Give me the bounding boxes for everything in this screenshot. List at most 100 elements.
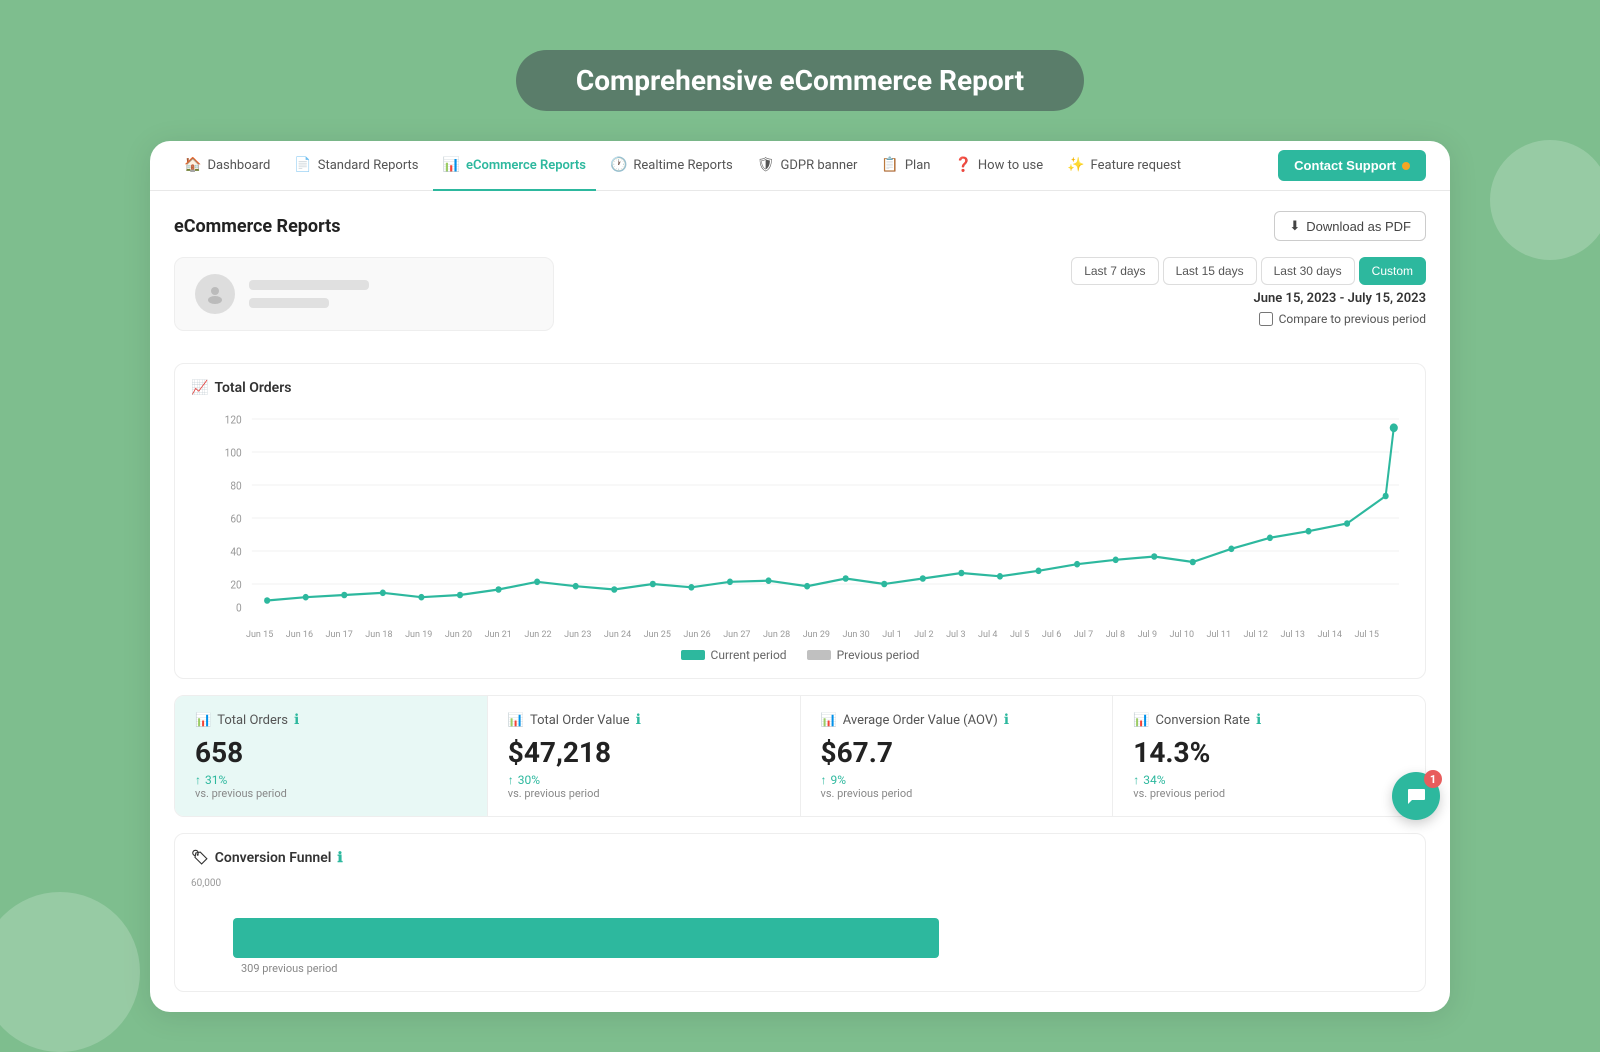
nav-label-how-to-use: How to use xyxy=(978,158,1043,173)
nav-label-dashboard: Dashboard xyxy=(207,158,270,173)
download-pdf-button[interactable]: ⬇ Download as PDF xyxy=(1274,211,1426,241)
stat-change-conversion-rate: ↑ 34% xyxy=(1133,773,1405,787)
x-label: Jun 27 xyxy=(723,630,750,640)
stat-card-total-order-value[interactable]: 📊 Total Order Value ℹ $47,218 ↑ 30% vs. … xyxy=(488,696,801,816)
date-buttons: Last 7 daysLast 15 daysLast 30 daysCusto… xyxy=(1071,257,1426,285)
nav-item-realtime-reports[interactable]: 🕐 Realtime Reports xyxy=(600,141,743,191)
x-label: Jun 29 xyxy=(803,630,830,640)
x-label: Jun 16 xyxy=(286,630,313,640)
x-label: Jul 2 xyxy=(914,630,933,640)
x-label: Jun 19 xyxy=(405,630,432,640)
svg-text:80: 80 xyxy=(230,479,241,493)
funnel-section: 🏷 Conversion Funnel ℹ 60,000 309 previou… xyxy=(174,833,1426,992)
chat-icon xyxy=(1405,785,1427,807)
legend-current-color xyxy=(681,650,705,660)
stat-icon-total-order-value: 📊 xyxy=(508,713,524,728)
x-label: Jul 7 xyxy=(1074,630,1093,640)
stat-icon-aov: 📊 xyxy=(821,713,837,728)
stat-label-conversion-rate: 📊 Conversion Rate ℹ xyxy=(1133,712,1405,728)
x-label: Jul 10 xyxy=(1170,630,1194,640)
funnel-info-icon: ℹ xyxy=(337,850,342,866)
x-axis-labels: Jun 15 Jun 16 Jun 17 Jun 18 Jun 19 Jun 2… xyxy=(191,630,1409,640)
svg-text:100: 100 xyxy=(225,446,242,460)
total-orders-chart: 120 100 80 60 40 20 0 xyxy=(191,408,1409,628)
legend-previous-color xyxy=(807,650,831,660)
stat-label-text-aov: Average Order Value (AOV) xyxy=(843,713,998,728)
chart-title-label: Total Orders xyxy=(214,380,291,396)
content-area: eCommerce Reports ⬇ Download as PDF xyxy=(150,191,1450,1012)
nav-icon-plan: 📋 xyxy=(881,157,898,173)
stat-card-total-orders[interactable]: 📊 Total Orders ℹ 658 ↑ 31% vs. previous … xyxy=(175,696,488,816)
nav-label-feature-request: Feature request xyxy=(1091,158,1181,173)
stat-label-total-order-value: 📊 Total Order Value ℹ xyxy=(508,712,780,728)
nav-icon-ecommerce-reports: 📊 xyxy=(443,157,460,173)
stat-card-conversion-rate[interactable]: 📊 Conversion Rate ℹ 14.3% ↑ 34% vs. prev… xyxy=(1113,696,1425,816)
date-btn-last-15-days[interactable]: Last 15 days xyxy=(1163,257,1257,285)
stat-arrow-total-order-value: ↑ xyxy=(508,773,514,787)
date-btn-last-30-days[interactable]: Last 30 days xyxy=(1261,257,1355,285)
nav-item-gdpr-banner[interactable]: 🛡 GDPR banner xyxy=(747,141,868,191)
x-label: Jul 13 xyxy=(1281,630,1305,640)
stat-change-total-orders: ↑ 31% xyxy=(195,773,467,787)
x-label: Jul 12 xyxy=(1244,630,1268,640)
x-label: Jun 24 xyxy=(604,630,631,640)
date-btn-custom[interactable]: Custom xyxy=(1359,257,1426,285)
chart-title: 📈 Total Orders xyxy=(191,380,1409,396)
funnel-chart-area: 60,000 xyxy=(191,878,1409,958)
nav-icon-standard-reports: 📄 xyxy=(294,157,311,173)
nav-bar: 🏠 Dashboard📄 Standard Reports📊 eCommerce… xyxy=(150,141,1450,191)
contact-dot xyxy=(1402,162,1410,170)
funnel-bars xyxy=(233,918,1409,958)
stat-icon-conversion-rate: 📊 xyxy=(1133,713,1149,728)
stat-sub-conversion-rate: vs. previous period xyxy=(1133,787,1405,800)
chart-section: 📈 Total Orders 120 100 xyxy=(174,363,1426,679)
x-label: Jun 23 xyxy=(564,630,591,640)
nav-item-how-to-use[interactable]: ❓ How to use xyxy=(944,141,1053,191)
stat-info-icon-conversion-rate: ℹ xyxy=(1256,712,1261,728)
svg-text:40: 40 xyxy=(230,545,241,559)
x-label: Jul 14 xyxy=(1317,630,1341,640)
funnel-previous-period: 309 previous period xyxy=(241,962,1409,975)
svg-text:120: 120 xyxy=(225,413,242,427)
x-label: Jun 15 xyxy=(246,630,273,640)
nav-icon-dashboard: 🏠 xyxy=(184,157,201,173)
nav-label-gdpr-banner: GDPR banner xyxy=(781,158,858,173)
nav-icon-realtime-reports: 🕐 xyxy=(610,157,627,173)
nav-item-plan[interactable]: 📋 Plan xyxy=(871,141,940,191)
stat-change-value-conversion-rate: 34% xyxy=(1143,773,1165,787)
compare-checkbox[interactable]: Compare to previous period xyxy=(1259,312,1426,326)
svg-text:0: 0 xyxy=(236,601,242,615)
funnel-y-label: 60,000 xyxy=(191,878,221,889)
x-label: Jun 26 xyxy=(683,630,710,640)
stat-change-value-total-order-value: 30% xyxy=(518,773,540,787)
chat-fab-button[interactable]: 1 xyxy=(1392,772,1440,820)
funnel-y-axis: 60,000 xyxy=(191,878,229,958)
nav-item-feature-request[interactable]: ✨ Feature request xyxy=(1057,141,1191,191)
nav-item-ecommerce-reports[interactable]: 📊 eCommerce Reports xyxy=(433,141,596,191)
legend-current: Current period xyxy=(681,648,787,662)
funnel-title-label: Conversion Funnel xyxy=(215,850,332,866)
date-btn-last-7-days[interactable]: Last 7 days xyxy=(1071,257,1158,285)
x-label: Jun 17 xyxy=(326,630,353,640)
profile-line-1 xyxy=(249,280,369,290)
stat-info-icon-total-orders: ℹ xyxy=(294,712,299,728)
nav-item-standard-reports[interactable]: 📄 Standard Reports xyxy=(284,141,428,191)
stat-value-total-orders: 658 xyxy=(195,736,467,769)
x-label: Jun 20 xyxy=(445,630,472,640)
date-range: June 15, 2023 - July 15, 2023 xyxy=(1254,291,1426,306)
funnel-bar-1 xyxy=(233,918,939,958)
x-label: Jul 11 xyxy=(1207,630,1231,640)
contact-support-button[interactable]: Contact Support xyxy=(1278,150,1426,181)
x-label: Jul 3 xyxy=(946,630,965,640)
stats-row: 📊 Total Orders ℹ 658 ↑ 31% vs. previous … xyxy=(174,695,1426,817)
compare-checkbox-input[interactable] xyxy=(1259,312,1273,326)
nav-icon-feature-request: ✨ xyxy=(1067,157,1084,173)
nav-item-dashboard[interactable]: 🏠 Dashboard xyxy=(174,141,280,191)
x-label: Jul 8 xyxy=(1106,630,1125,640)
nav-icon-gdpr-banner: 🛡 xyxy=(757,157,775,173)
nav-label-plan: Plan xyxy=(905,158,931,173)
x-label: Jun 22 xyxy=(524,630,551,640)
stat-card-aov[interactable]: 📊 Average Order Value (AOV) ℹ $67.7 ↑ 9%… xyxy=(801,696,1114,816)
stat-arrow-conversion-rate: ↑ xyxy=(1133,773,1139,787)
top-row: Last 7 daysLast 15 daysLast 30 daysCusto… xyxy=(174,257,1426,347)
